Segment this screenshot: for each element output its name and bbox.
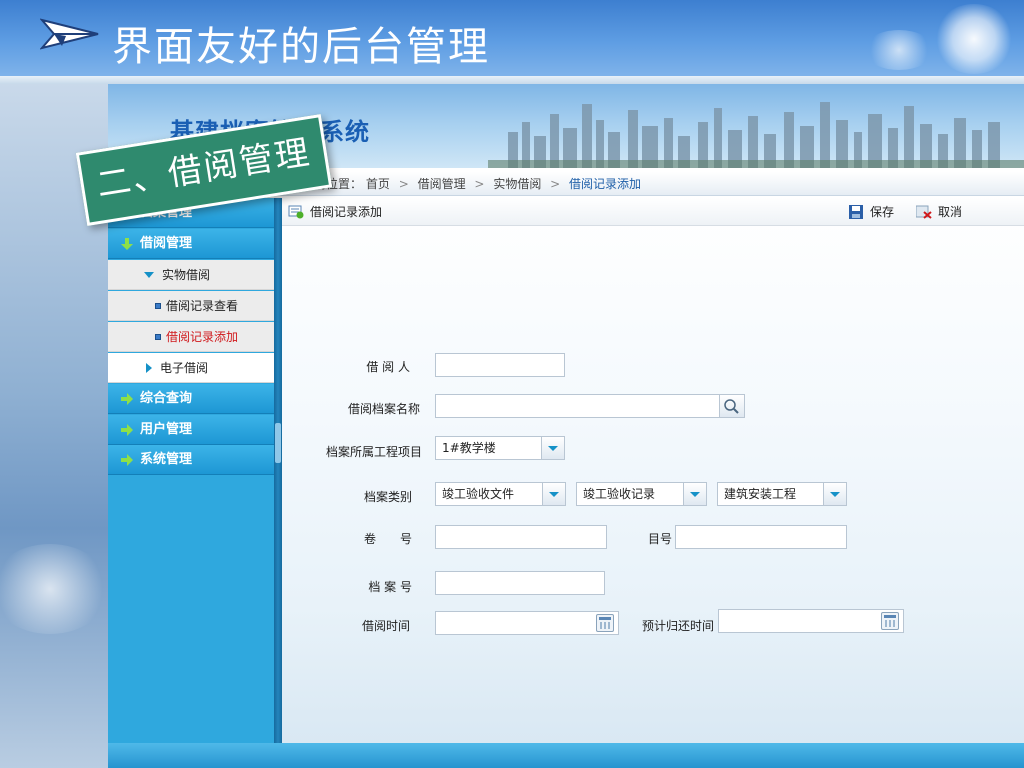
breadcrumb-current: 借阅记录添加 (569, 177, 642, 191)
breadcrumb-separator: > (398, 177, 409, 191)
sidebar-item-users[interactable]: 用户管理 (108, 415, 274, 445)
calendar-icon[interactable] (881, 612, 899, 630)
sidebar-item-record-view[interactable]: 借阅记录查看 (108, 291, 274, 321)
breadcrumb-item-physical[interactable]: 实物借阅 (493, 177, 541, 191)
city-skyline-image (488, 102, 1024, 168)
item-no-label: 目号 (647, 532, 672, 546)
save-button[interactable]: 保存 (848, 198, 894, 226)
green-arrow-right-icon (121, 393, 133, 405)
borrow-time-label: 借阅时间 (361, 619, 410, 633)
splitter-handle[interactable] (275, 423, 281, 463)
borrower-label: 借 阅 人 (366, 360, 410, 374)
project-select-value: 1#教学楼 (442, 441, 496, 455)
category-select-1-value: 竣工验收文件 (442, 487, 515, 501)
cloud-decoration (934, 4, 1014, 74)
cloud-decoration (864, 30, 934, 70)
sidebar-item-query[interactable]: 综合查询 (108, 384, 274, 414)
slide-title: 界面友好的后台管理 (112, 24, 490, 70)
sidebar-item-physical-borrow[interactable]: 实物借阅 (108, 260, 274, 290)
return-time-input[interactable] (718, 609, 904, 633)
category-select-2[interactable]: 竣工验收记录 (576, 482, 707, 506)
cancel-button-label: 取消 (938, 205, 963, 219)
breadcrumb-separator: > (474, 177, 485, 191)
breadcrumb-item-home[interactable]: 首页 (366, 177, 390, 191)
archive-name-input[interactable] (435, 394, 745, 418)
breadcrumb-separator: > (550, 177, 561, 191)
toolbar: 借阅记录添加 保存 取消 (282, 198, 1024, 226)
archive-name-label: 借阅档案名称 (347, 402, 420, 416)
green-arrow-down-icon (121, 238, 133, 250)
paper-plane-icon (40, 18, 99, 50)
cancel-button[interactable]: 取消 (916, 198, 962, 226)
sidebar-item-system[interactable]: 系统管理 (108, 445, 274, 475)
category-label: 档案类别 (363, 490, 412, 504)
category-select-3-value: 建筑安装工程 (724, 487, 797, 501)
sidebar-item-label: 借阅记录添加 (166, 330, 239, 344)
save-button-label: 保存 (870, 205, 895, 219)
category-select-2-value: 竣工验收记录 (583, 487, 656, 501)
cancel-icon (916, 205, 932, 219)
project-label: 档案所属工程项目 (325, 445, 422, 459)
sidebar-item-label: 借阅管理 (140, 236, 193, 251)
return-time-label: 预计归还时间 (641, 619, 714, 633)
project-select[interactable]: 1#教学楼 (435, 436, 565, 460)
chevron-down-icon[interactable] (823, 482, 847, 506)
archive-no-input[interactable] (435, 571, 605, 595)
header-divider (0, 76, 1024, 84)
slide-header: 界面友好的后台管理 (0, 0, 1024, 76)
category-select-1[interactable]: 竣工验收文件 (435, 482, 566, 506)
sidebar-item-label: 系统管理 (140, 452, 193, 467)
borrower-input[interactable] (435, 353, 565, 377)
green-arrow-right-icon (121, 424, 133, 436)
sidebar-item-label: 实物借阅 (162, 268, 211, 282)
chevron-down-icon[interactable] (541, 436, 565, 460)
sidebar-item-label: 综合查询 (140, 391, 193, 406)
main-content: 借阅记录添加 保存 取消 借 阅 人 借阅档案名称 档案所属工程项目 1#教学楼… (282, 198, 1024, 743)
sidebar-item-record-add[interactable]: 借阅记录添加 (108, 322, 274, 352)
blue-triangle-right-icon (146, 363, 152, 373)
breadcrumb: 当前位置： 首页 > 借阅管理 > 实物借阅 > 借阅记录添加 (278, 172, 1024, 196)
sidebar-item-label: 用户管理 (140, 422, 193, 437)
sidebar-splitter[interactable] (274, 198, 282, 743)
item-no-input[interactable] (675, 525, 847, 549)
volume-label: 卷 号 (363, 532, 412, 546)
borrow-time-input[interactable] (435, 611, 619, 635)
search-button[interactable] (719, 394, 745, 418)
category-select-3[interactable]: 建筑安装工程 (717, 482, 847, 506)
toolbar-title: 借阅记录添加 (310, 205, 383, 219)
sidebar-item-e-borrow[interactable]: 电子借阅 (108, 353, 274, 383)
archive-no-label: 档 案 号 (368, 580, 412, 594)
chevron-down-icon[interactable] (683, 482, 707, 506)
blue-triangle-down-icon (144, 272, 154, 278)
blue-square-icon (155, 303, 161, 309)
add-record-icon (288, 205, 304, 219)
breadcrumb-item-borrow[interactable]: 借阅管理 (418, 177, 466, 191)
sidebar-item-label: 电子借阅 (160, 361, 209, 375)
blue-square-icon (155, 334, 161, 340)
search-icon (724, 399, 739, 414)
floppy-disk-icon (849, 205, 863, 219)
green-arrow-right-icon (121, 454, 133, 466)
sidebar: 档案管理 借阅管理 实物借阅 借阅记录查看 借阅记录添加 电子借阅 综合查询 (108, 198, 274, 768)
chevron-down-icon[interactable] (542, 482, 566, 506)
sidebar-item-label: 借阅记录查看 (166, 299, 239, 313)
sidebar-item-borrow[interactable]: 借阅管理 (108, 229, 274, 259)
app-footer-bar (108, 743, 1024, 768)
